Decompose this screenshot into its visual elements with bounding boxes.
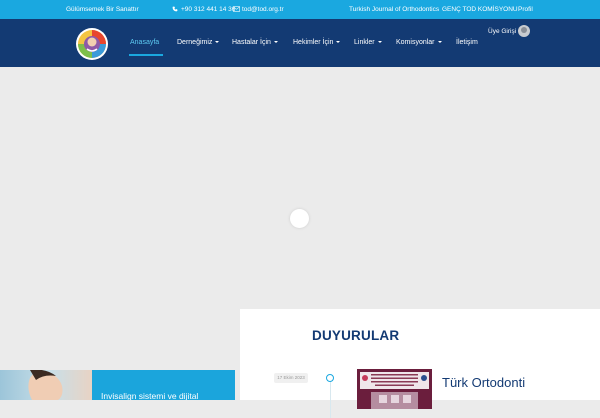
- nav-iletisim[interactable]: İletişim: [456, 39, 478, 46]
- genc-tod-link[interactable]: GENÇ TOD KOMİSYONU: [442, 6, 518, 13]
- nav-komisyonlar[interactable]: Komisyonlar: [396, 39, 442, 46]
- logo-icon: [78, 30, 106, 58]
- journal-link[interactable]: Turkish Journal of Orthodontics: [349, 6, 439, 13]
- nav-komisyonlar-label: Komisyonlar: [396, 39, 435, 46]
- phone-text: +90 312 441 14 36: [181, 6, 236, 13]
- main-navigation: Anasayfa Derneğimiz Hastalar İçin Hekiml…: [0, 19, 600, 67]
- slogan: Gülümsemek Bir Sanattır: [66, 6, 139, 13]
- chevron-down-icon: [437, 41, 442, 44]
- announcement-thumbnail[interactable]: [357, 369, 432, 409]
- nav-hekimler-label: Hekimler İçin: [293, 39, 334, 46]
- nav-hekimler-icin[interactable]: Hekimler İçin: [293, 39, 341, 46]
- nav-anasayfa[interactable]: Anasayfa: [130, 39, 159, 46]
- poster-image: [357, 369, 432, 409]
- chevron-down-icon: [377, 41, 382, 44]
- announcement-headline[interactable]: Türk Ortodonti: [442, 375, 525, 390]
- active-nav-indicator: [129, 54, 163, 56]
- profile-link[interactable]: Profil: [518, 6, 533, 13]
- chevron-down-icon: [215, 41, 220, 44]
- phone-link[interactable]: +90 312 441 14 36: [172, 6, 235, 13]
- promo-card[interactable]: Invisalign sistemi ve dijital: [0, 370, 235, 400]
- tod-logo[interactable]: [76, 28, 108, 60]
- announcements-title: DUYURULAR: [312, 328, 400, 343]
- mail-icon: [233, 6, 240, 12]
- email-link[interactable]: tod@tod.org.tr: [233, 6, 284, 13]
- nav-linkler-label: Linkler: [354, 39, 375, 46]
- login-link[interactable]: Üye Girişi: [488, 28, 516, 35]
- timeline-line: [330, 378, 331, 418]
- nav-linkler[interactable]: Linkler: [354, 39, 382, 46]
- chevron-down-icon: [336, 41, 341, 44]
- promo-photo: [28, 370, 63, 400]
- top-bar: Gülümsemek Bir Sanattır +90 312 441 14 3…: [0, 0, 600, 19]
- nav-hastalar-icin[interactable]: Hastalar İçin: [232, 39, 278, 46]
- announcements-panel: DUYURULAR 17 Ekim 2023 Türk Ortodonti: [240, 309, 600, 418]
- email-text: tod@tod.org.tr: [242, 6, 284, 13]
- loading-spinner-icon: [290, 209, 309, 228]
- promo-title: Invisalign sistemi ve dijital: [101, 391, 199, 400]
- phone-icon: [172, 6, 178, 12]
- announcement-date: 17 Ekim 2023: [274, 373, 308, 383]
- nav-dernegimiz-label: Derneğimiz: [177, 39, 213, 46]
- promo-image: [0, 370, 92, 400]
- nav-dernegimiz[interactable]: Derneğimiz: [177, 39, 220, 46]
- nav-hastalar-label: Hastalar İçin: [232, 39, 271, 46]
- timeline-dot-icon: [326, 374, 334, 382]
- user-avatar-icon[interactable]: [518, 25, 530, 37]
- chevron-down-icon: [273, 41, 278, 44]
